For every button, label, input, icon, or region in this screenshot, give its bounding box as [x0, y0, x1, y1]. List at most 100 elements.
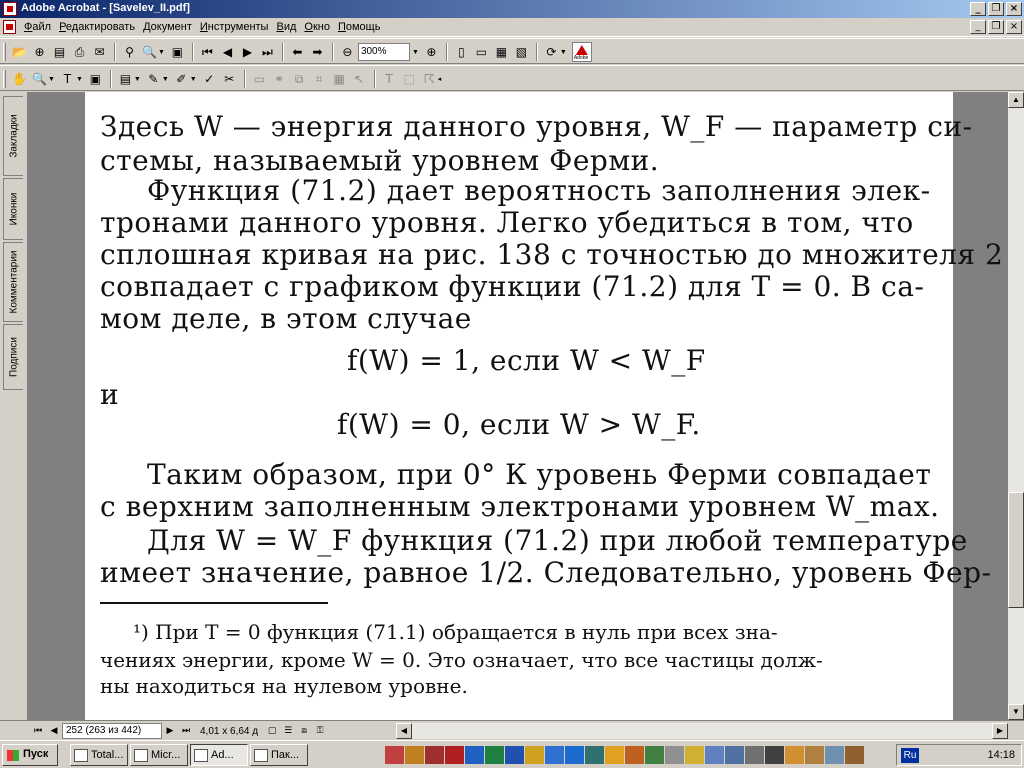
continuous-icon[interactable]: ☰ [280, 723, 296, 739]
rotate-dropdown-icon[interactable]: ▼ [560, 49, 567, 56]
print-icon[interactable]: ⎙ [70, 43, 89, 62]
taskbar-total-commander[interactable]: Total... [70, 744, 128, 766]
text-select-dropdown-icon[interactable]: ▼ [76, 76, 83, 83]
web-icon[interactable]: ⊕ [30, 43, 49, 62]
quick-launch-icon[interactable] [505, 746, 524, 764]
menu-window[interactable]: Окно [304, 21, 330, 33]
quick-launch-icon[interactable] [765, 746, 784, 764]
first-page-icon[interactable]: ⏮ [198, 43, 217, 62]
highlight-dropdown-icon[interactable]: ▼ [190, 76, 197, 83]
document-menu-icon[interactable] [3, 20, 16, 34]
horizontal-scrollbar[interactable] [410, 723, 1005, 739]
close-button[interactable]: × [1006, 2, 1022, 16]
go-forward-icon[interactable]: ➡ [308, 43, 327, 62]
reflow-icon[interactable]: ▧ [512, 43, 531, 62]
quick-launch-icon[interactable] [565, 746, 584, 764]
minimize-button[interactable]: _ [970, 2, 986, 16]
doc-close-button[interactable]: × [1006, 20, 1022, 34]
quick-launch-icon[interactable] [705, 746, 724, 764]
adobe-logo-icon[interactable]: Adobe [571, 42, 592, 62]
menu-document[interactable]: Документ [143, 21, 192, 33]
pencil-tool-icon[interactable]: ✎ [144, 70, 163, 89]
toolbar-grip[interactable] [3, 43, 6, 61]
facing-pages-icon[interactable]: ⧈ [296, 723, 312, 739]
text-select-icon[interactable]: T [58, 70, 77, 89]
next-page-icon[interactable]: ▶ [238, 43, 257, 62]
find-icon[interactable]: ⚲ [120, 43, 139, 62]
touchup-order-icon[interactable]: ☈ [420, 70, 439, 89]
quick-launch-icon[interactable] [585, 746, 604, 764]
show-navigation-pane-icon[interactable]: ▣ [168, 43, 187, 62]
spellcheck-icon[interactable]: ✓ [200, 70, 219, 89]
quick-launch-icon[interactable] [605, 746, 624, 764]
doc-restore-button[interactable]: ❐ [988, 20, 1004, 34]
fit-width-icon[interactable]: ▦ [492, 43, 511, 62]
last-page-status-icon[interactable]: ⏭ [178, 723, 194, 739]
article-tool-icon[interactable]: ⧉ [290, 70, 309, 89]
crop-tool-icon[interactable]: ⌗ [310, 70, 329, 89]
save-icon[interactable]: ▤ [50, 43, 69, 62]
form-tool-icon[interactable]: ▭ [250, 70, 269, 89]
doc-minimize-button[interactable]: _ [970, 20, 986, 34]
quick-launch-icon[interactable] [645, 746, 664, 764]
zoom-tool-icon[interactable]: 🔍 [30, 70, 49, 89]
restore-button[interactable]: ❐ [988, 2, 1004, 16]
quick-launch-icon[interactable] [665, 746, 684, 764]
scroll-down-icon[interactable]: ▼ [1008, 704, 1024, 720]
quick-launch-icon[interactable] [385, 746, 404, 764]
rotate-view-icon[interactable]: ⟳ [542, 43, 561, 62]
search-icon[interactable]: 🔍 [140, 43, 159, 62]
actual-size-icon[interactable]: ▯ [452, 43, 471, 62]
zoom-out-icon[interactable]: ⊖ [338, 43, 357, 62]
toolbar-grip[interactable] [3, 70, 6, 88]
hand-tool-icon[interactable]: ✋ [10, 70, 29, 89]
open-icon[interactable]: 📂 [10, 43, 29, 62]
quick-launch-icon[interactable] [845, 746, 864, 764]
quick-launch-icon[interactable] [425, 746, 444, 764]
cleanup-icon[interactable]: ✂ [220, 70, 239, 89]
movie-tool-icon[interactable]: ▦ [330, 70, 349, 89]
quick-launch-icon[interactable] [525, 746, 544, 764]
next-page-status-icon[interactable]: ▶ [162, 723, 178, 739]
scroll-left-icon[interactable]: ◀ [396, 723, 412, 739]
note-tool-icon[interactable]: ▤ [116, 70, 135, 89]
touchup-text-icon[interactable]: T [380, 70, 399, 89]
menu-edit[interactable]: Редактировать [59, 21, 135, 33]
page-number-field[interactable]: 252 (263 из 442) [62, 723, 162, 739]
quick-launch-icon[interactable] [725, 746, 744, 764]
start-button[interactable]: Пуск [2, 744, 58, 766]
quick-launch-icon[interactable] [405, 746, 424, 764]
zoom-in-icon[interactable]: ⊕ [422, 43, 441, 62]
scroll-thumb[interactable] [1008, 492, 1024, 608]
quick-launch-icon[interactable] [745, 746, 764, 764]
go-back-icon[interactable]: ⬅ [288, 43, 307, 62]
zoom-dropdown-icon[interactable]: ▼ [412, 49, 419, 56]
quick-launch-icon[interactable] [805, 746, 824, 764]
note-dropdown-icon[interactable]: ▼ [134, 76, 141, 83]
tab-bookmarks[interactable]: Закладки [3, 96, 23, 176]
fit-page-icon[interactable]: ▭ [472, 43, 491, 62]
scroll-right-icon[interactable]: ▶ [992, 723, 1008, 739]
last-page-icon[interactable]: ⏭ [258, 43, 277, 62]
quick-launch-icon[interactable] [825, 746, 844, 764]
quick-launch-icon[interactable] [445, 746, 464, 764]
clock[interactable]: 14:18 [987, 749, 1015, 761]
tab-thumbnails[interactable]: Иконки [3, 178, 23, 240]
menu-help[interactable]: Помощь [338, 21, 381, 33]
acrobat-app-icon[interactable] [3, 2, 17, 16]
quick-launch-icon[interactable] [465, 746, 484, 764]
single-page-icon[interactable]: ▢ [264, 723, 280, 739]
pencil-dropdown-icon[interactable]: ▼ [162, 76, 169, 83]
touchup-dropdown-icon[interactable]: ◂ [438, 75, 442, 83]
taskbar-acrobat[interactable]: Ad... [190, 744, 248, 766]
quick-launch-icon[interactable] [785, 746, 804, 764]
vertical-scrollbar[interactable]: ▲ ▼ [1008, 92, 1024, 720]
previous-page-icon[interactable]: ◀ [218, 43, 237, 62]
first-page-status-icon[interactable]: ⏮ [30, 723, 46, 739]
highlight-tool-icon[interactable]: ✐ [172, 70, 191, 89]
select-object-icon[interactable]: ↖ [350, 70, 369, 89]
search-dropdown-icon[interactable]: ▼ [158, 49, 165, 56]
touchup-object-icon[interactable]: ⬚ [400, 70, 419, 89]
previous-page-status-icon[interactable]: ◀ [46, 723, 62, 739]
quick-launch-icon[interactable] [545, 746, 564, 764]
